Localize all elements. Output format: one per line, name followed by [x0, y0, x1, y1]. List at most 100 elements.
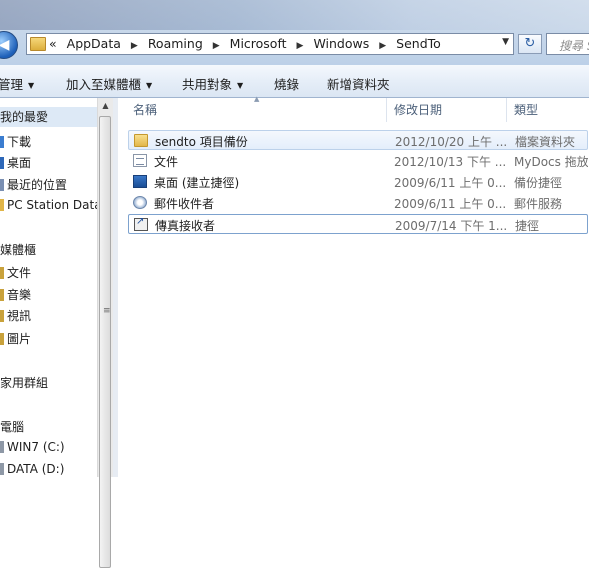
file-date: 2012/10/20 上午 ...	[395, 135, 507, 149]
command-bar: 管理 ▼ 加入至媒體櫃 ▼ 共用對象 ▼ 燒錄 新增資料夾	[0, 65, 589, 98]
chevron-down-icon[interactable]: ▼	[502, 37, 509, 47]
burn-button[interactable]: 燒錄	[274, 74, 299, 93]
nav-item-recent-places[interactable]: 最近的位置	[0, 176, 67, 193]
nav-item-label: 最近的位置	[7, 178, 68, 192]
nav-item-libraries[interactable]: 媒體櫃	[0, 241, 36, 258]
nav-item-label: 圖片	[7, 332, 32, 346]
nav-item-label: 我的最愛	[0, 110, 49, 124]
chevron-right-icon[interactable]: ▶	[131, 41, 138, 51]
column-header-label: 類型	[514, 103, 539, 117]
nav-item-computer[interactable]: 電腦	[0, 418, 24, 435]
file-row[interactable]: sendto 項目備份 2012/10/20 上午 ... 檔案資料夾	[128, 130, 588, 150]
column-divider[interactable]	[506, 98, 507, 122]
breadcrumb: « AppData ▶ Roaming ▶ Microsoft ▶ Window…	[49, 36, 447, 51]
file-name: 文件	[154, 155, 179, 169]
nav-item-win7-drive[interactable]: WIN7 (C:)	[0, 440, 65, 454]
nav-item-music[interactable]: 音樂	[0, 286, 31, 303]
file-list: ▲ 名稱 修改日期 類型 sendto 項目備份 2012/10/20 上午 .…	[118, 95, 589, 477]
file-row[interactable]: 傳真接收者 2009/7/14 下午 1... 捷徑	[128, 214, 588, 234]
column-header-label: 修改日期	[394, 103, 443, 117]
nav-item-favorites[interactable]: 我的最愛	[0, 107, 97, 127]
downloads-icon	[0, 136, 4, 148]
chevron-right-icon[interactable]: ▶	[213, 41, 220, 51]
search-placeholder: 搜尋 S	[559, 39, 589, 53]
nav-item-label: 桌面	[7, 156, 32, 170]
column-header-date[interactable]: 修改日期	[394, 98, 504, 122]
address-bar[interactable]: « AppData ▶ Roaming ▶ Microsoft ▶ Window…	[26, 33, 514, 55]
column-header-type[interactable]: 類型	[514, 98, 589, 122]
window-chrome	[0, 0, 589, 30]
chevron-down-icon: ▼	[237, 81, 244, 90]
include-in-library-label: 加入至媒體櫃	[66, 77, 142, 92]
file-row[interactable]: 桌面 (建立捷徑) 2009/6/11 上午 0... 備份捷徑	[128, 172, 588, 192]
breadcrumb-roaming[interactable]: Roaming	[148, 36, 203, 51]
file-type: 郵件服務	[514, 197, 563, 211]
nav-item-label: 文件	[7, 266, 32, 280]
new-folder-button[interactable]: 新增資料夾	[327, 74, 390, 93]
column-divider[interactable]	[386, 98, 387, 122]
mail-recipient-icon	[133, 196, 147, 209]
navigation-pane: 我的最愛 下載 桌面 最近的位置 PC Station Data 媒體櫃 文件 …	[0, 98, 102, 477]
breadcrumb-overflow[interactable]: «	[49, 36, 57, 51]
file-type: 捷徑	[515, 219, 540, 233]
file-name: 傳真接收者	[155, 219, 216, 233]
pictures-icon	[0, 333, 4, 345]
nav-item-homegroup[interactable]: 家用群組	[0, 374, 48, 391]
burn-label: 燒錄	[274, 77, 300, 92]
nav-item-pictures[interactable]: 圖片	[0, 330, 31, 347]
nav-item-downloads[interactable]: 下載	[0, 133, 31, 150]
file-type: 檔案資料夾	[515, 135, 576, 149]
chevron-right-icon[interactable]: ▶	[379, 41, 386, 51]
nav-item-pc-station-data[interactable]: PC Station Data	[0, 198, 102, 212]
nav-item-documents[interactable]: 文件	[0, 264, 31, 281]
file-date: 2012/10/13 下午 ...	[394, 155, 506, 169]
recent-places-icon	[0, 179, 4, 191]
nav-item-label: DATA (D:)	[7, 462, 65, 476]
refresh-button[interactable]: ↻	[518, 34, 542, 54]
share-with-label: 共用對象	[182, 77, 233, 92]
breadcrumb-appdata[interactable]: AppData	[67, 36, 121, 51]
folder-icon	[0, 199, 4, 211]
file-name: 桌面 (建立捷徑)	[154, 176, 240, 190]
file-row[interactable]: 郵件收件者 2009/6/11 上午 0... 郵件服務	[128, 193, 588, 213]
search-input[interactable]: 搜尋 S	[546, 33, 589, 55]
nav-scrollbar[interactable]: ▲ ≡	[97, 98, 113, 568]
organize-button[interactable]: 管理 ▼	[0, 74, 34, 93]
breadcrumb-windows[interactable]: Windows	[313, 36, 369, 51]
drive-icon	[0, 463, 4, 475]
nav-item-label: 音樂	[7, 288, 32, 302]
chevron-right-icon[interactable]: ▶	[297, 41, 304, 51]
file-name: sendto 項目備份	[155, 135, 248, 149]
nav-item-data-drive[interactable]: DATA (D:)	[0, 462, 64, 476]
nav-item-label: 視訊	[7, 309, 32, 323]
breadcrumb-microsoft[interactable]: Microsoft	[230, 36, 287, 51]
file-name: 郵件收件者	[154, 197, 215, 211]
nav-item-videos[interactable]: 視訊	[0, 307, 31, 324]
drive-icon	[0, 441, 4, 453]
file-date: 2009/7/14 下午 1...	[395, 219, 507, 233]
nav-item-label: 家用群組	[0, 376, 49, 390]
column-header-label: 名稱	[133, 103, 158, 117]
nav-item-desktop[interactable]: 桌面	[0, 154, 31, 171]
breadcrumb-sendto[interactable]: SendTo	[396, 36, 441, 51]
folder-icon	[30, 37, 46, 51]
nav-item-label: PC Station Data	[7, 198, 102, 212]
column-header-name[interactable]: 名稱	[133, 98, 383, 122]
new-folder-label: 新增資料夾	[327, 77, 390, 92]
share-with-button[interactable]: 共用對象 ▼	[182, 74, 243, 93]
file-row[interactable]: 文件 2012/10/13 下午 ... MyDocs 拖放...	[128, 151, 588, 171]
desktop-icon	[133, 175, 147, 188]
nav-item-label: WIN7 (C:)	[7, 440, 65, 454]
folder-icon	[134, 134, 148, 147]
desktop-icon	[0, 157, 4, 169]
fax-recipient-icon	[134, 216, 148, 231]
nav-item-label: 下載	[7, 135, 32, 149]
scroll-up-icon[interactable]: ▲	[98, 98, 113, 114]
scrollbar-thumb[interactable]: ≡	[99, 116, 111, 568]
videos-icon	[0, 310, 4, 322]
file-type: 備份捷徑	[514, 176, 563, 190]
file-date: 2009/6/11 上午 0...	[394, 176, 506, 190]
music-icon	[0, 289, 4, 301]
documents-icon	[0, 267, 4, 279]
include-in-library-button[interactable]: 加入至媒體櫃 ▼	[66, 74, 152, 93]
